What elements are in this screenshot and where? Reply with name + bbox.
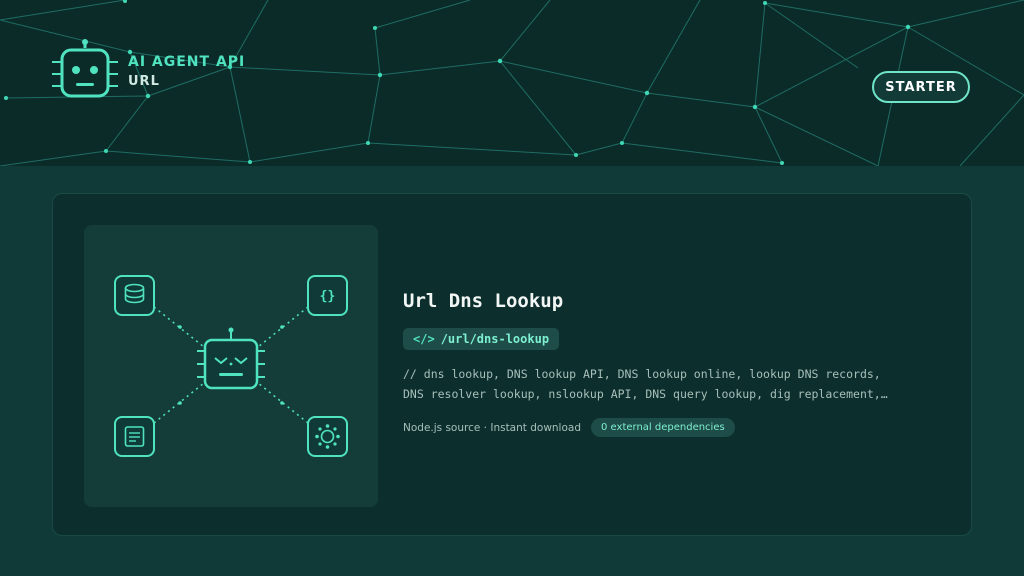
json-icon: {} bbox=[307, 275, 348, 316]
endpoint-badge: </> /url/dns-lookup bbox=[403, 328, 560, 350]
endpoint-path: /url/dns-lookup bbox=[440, 332, 550, 346]
meta-text: Node.js source · Instant download bbox=[403, 421, 582, 434]
tool-title[interactable]: Url Dns Lookup bbox=[403, 290, 943, 312]
network-icon bbox=[307, 416, 348, 457]
center-robot-icon bbox=[197, 327, 265, 390]
robot-icon bbox=[52, 39, 118, 98]
document-icon bbox=[114, 416, 155, 457]
brand-title: AI AGENT API bbox=[128, 53, 246, 70]
dependencies-badge: 0 external dependencies bbox=[591, 418, 735, 437]
header: AI AGENT API URL STARTER bbox=[0, 0, 1024, 166]
code-icon: </> bbox=[413, 332, 435, 346]
tool-description: // dns lookup, DNS lookup API, DNS looku… bbox=[403, 367, 888, 401]
starter-button[interactable]: STARTER bbox=[872, 71, 970, 103]
brand-text: AI AGENT API URL bbox=[128, 54, 245, 89]
illustration-graphic: {} bbox=[114, 275, 348, 457]
tool-card[interactable]: {} Url Dns Lookup </> /url/dns-lookup //… bbox=[52, 193, 972, 536]
meta-row: Node.js source · Instant download 0 exte… bbox=[403, 418, 943, 437]
tool-illustration: {} bbox=[84, 225, 378, 507]
database-icon bbox=[114, 275, 155, 316]
tool-info: Url Dns Lookup </> /url/dns-lookup // dn… bbox=[403, 290, 943, 437]
svg-text:{}: {} bbox=[320, 289, 336, 304]
brand[interactable]: AI AGENT API URL bbox=[50, 38, 245, 104]
brand-subtitle: URL bbox=[128, 73, 160, 89]
